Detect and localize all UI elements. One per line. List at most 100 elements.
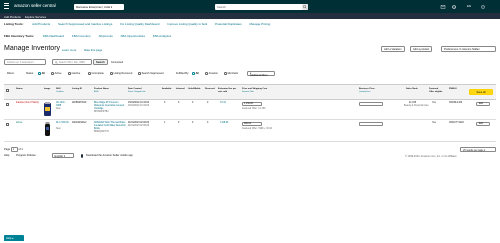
col-unfulfillable[interactable]: Unfulfillable <box>188 88 201 91</box>
status-active-radio[interactable]: Active <box>51 72 61 75</box>
store-selector[interactable]: Manveloe Enterprise | India ▾ <box>74 3 124 10</box>
fba-tool-link[interactable]: FBA Analytics <box>153 34 171 38</box>
search-button[interactable]: Search <box>93 59 108 65</box>
edit-button[interactable]: Edit <box>476 121 490 126</box>
estimated-fee[interactable]: ₹118.90 <box>220 122 228 125</box>
fba-tool-link[interactable]: FBA Opportunities <box>121 34 145 38</box>
inventory-search-input[interactable]: Search SKU, title, ISBN <box>52 59 92 65</box>
status-incomplete-radio[interactable]: Incomplete <box>88 72 104 75</box>
fulfilled-all-radio[interactable]: All <box>192 72 199 75</box>
fulfilled-merchant-radio[interactable]: Merchant <box>224 72 238 75</box>
row-checkbox[interactable] <box>6 123 9 126</box>
listing-tool-link[interactable]: Manage Pricing <box>249 22 270 26</box>
col-reserved[interactable]: Reserved <box>205 88 215 91</box>
fba-tool-link[interactable]: Shipments <box>99 34 113 38</box>
hamburger-menu-icon[interactable] <box>4 3 9 9</box>
fba-tool-link[interactable]: FBA Dashboard <box>43 34 64 38</box>
add-variation-button[interactable]: Add a Variation <box>381 46 405 52</box>
product-name-link[interactable]: AMMANA Wrist Thermal Brace Insulated Col… <box>94 122 126 131</box>
listing-tool-link[interactable]: Improve Listing Quality in bulk <box>167 22 207 26</box>
business-price-input[interactable] <box>359 121 383 126</box>
page-number-input[interactable]: 1 <box>10 147 18 152</box>
mobile-app-icon <box>81 153 83 158</box>
edit-button[interactable]: Edit <box>476 101 490 106</box>
fba-tools-bar: FBA Inventory Tools: FBA Dashboard FBA I… <box>4 34 172 38</box>
estimated-fee[interactable]: ₹0.31 <box>220 102 226 105</box>
col-sku[interactable]: SKU Condition <box>56 88 64 94</box>
top-bar: amazon seller central Manveloe Enterpris… <box>0 0 500 13</box>
inbound-qty: 0 <box>178 122 180 124</box>
footer-help-link[interactable]: Help <box>4 154 9 157</box>
seller-central-logo[interactable]: amazon seller central <box>14 3 56 8</box>
filters-label: Filters: <box>7 72 15 75</box>
status-removed-radio[interactable]: Listing Removed <box>110 72 132 75</box>
col-listing-id[interactable]: Listing ID <box>72 88 82 91</box>
results-per-page-select[interactable]: 25 results per page ▾ <box>460 147 496 152</box>
learn-more-link[interactable]: Learn more <box>62 48 76 52</box>
sku-link[interactable]: DLI-7-BGYE <box>56 122 70 125</box>
additional-filters-button[interactable]: Additional filters ▾ <box>247 70 275 77</box>
preferences-button[interactable]: Preferences: 0 columns hidden <box>441 46 496 52</box>
asin: B09ZQ9WTYK <box>94 131 110 133</box>
status-suppressed-radio[interactable]: Search Suppressed <box>138 72 164 75</box>
condition: New <box>56 108 61 110</box>
table-header: Status Image SKU Condition Listing ID Pro… <box>4 84 496 100</box>
status-inactive-radio[interactable]: Inactive <box>68 72 80 75</box>
col-inbound[interactable]: Inbound <box>176 88 185 91</box>
reserved-qty: 0 <box>207 122 209 124</box>
available-qty: 0 <box>164 102 166 104</box>
save-all-button[interactable]: Save all <box>469 89 493 95</box>
reserved-qty: 0 <box>207 102 209 104</box>
inbound-qty: 0 <box>178 102 180 104</box>
listing-id: 0401AWG8L2 <box>72 122 87 124</box>
select-all-checkbox[interactable] <box>6 89 9 92</box>
download-app-link[interactable]: Download the Amazon Seller mobile app <box>86 154 133 157</box>
bookmark-explore-services[interactable]: Explore Services <box>25 15 46 19</box>
search-icon[interactable] <box>302 3 308 10</box>
help-icon[interactable]: ? <box>480 4 486 10</box>
price-input[interactable]: 999.00 <box>242 121 262 126</box>
col-date-created[interactable]: Date Created Status Changed Date <box>128 88 145 94</box>
product-image[interactable] <box>43 121 52 137</box>
col-price[interactable]: Price and Shipping Cost Featured Offer <box>242 88 267 94</box>
help-tab[interactable]: Help ▴ <box>4 235 24 241</box>
pagination: Page 1 of 1 <box>4 147 23 152</box>
status-all-radio[interactable]: All <box>38 72 45 75</box>
col-status[interactable]: Status <box>16 88 23 91</box>
listing-tool-link[interactable]: Search Suppressed and Inactive Listings <box>58 22 112 26</box>
business-price-input[interactable] <box>359 101 383 106</box>
price-input[interactable]: 1,150.00 <box>242 101 262 106</box>
rate-page-link[interactable]: Rate this page <box>84 48 102 52</box>
language-selector[interactable]: EN <box>467 4 471 8</box>
col-sales-rank[interactable]: Sales Rank <box>406 88 418 91</box>
global-search-input[interactable]: Search <box>215 3 308 10</box>
col-estimated-fee[interactable]: Estimated fee per unit sold <box>218 88 238 94</box>
status-label: Status: <box>26 72 34 75</box>
col-available[interactable]: Available <box>162 88 172 91</box>
mail-icon[interactable] <box>440 4 446 10</box>
fnsku: X0036LFJ29 <box>449 102 463 104</box>
listing-tool-link[interactable]: Potential Duplicates <box>215 22 242 26</box>
product-image[interactable] <box>43 101 52 117</box>
add-product-button[interactable]: Add a product <box>410 46 433 52</box>
col-featured-eligible[interactable]: Featured Offer eligible <box>429 88 443 94</box>
bookmark-add-products[interactable]: Add Products <box>4 15 21 19</box>
footer-language-select[interactable]: English ▾ <box>52 153 74 158</box>
col-product-name[interactable]: Product Name ASIN <box>94 88 109 94</box>
row-checkbox[interactable] <box>6 103 9 106</box>
bulk-actions-dropdown[interactable]: Actions on 0 selected ▾ <box>4 59 46 65</box>
fba-tool-link[interactable]: FBA Inventory <box>72 34 91 38</box>
listing-tool-link[interactable]: Add Products <box>32 22 50 26</box>
listing-tool-link[interactable]: Fix Listing Quality Dashboard <box>120 22 159 26</box>
copyright: © 1999-2023, Amazon.com, Inc. or its aff… <box>405 155 457 158</box>
program-policies-link[interactable]: Program Policies <box>16 154 36 157</box>
filter-bar: Filters: Status: All Active Inactive Inc… <box>4 70 496 77</box>
connected-label: Connected <box>111 60 124 64</box>
gear-icon[interactable] <box>451 4 457 10</box>
product-name-link[interactable]: Blue Ridge 4P Premium Waterless Insectic… <box>94 102 126 111</box>
featured-offer: Featured Offer: ₹999 + ₹0.00 <box>242 128 273 130</box>
col-business-price[interactable]: Business Price Quantity Price <box>359 88 377 94</box>
fulfilled-amazon-radio[interactable]: Amazon <box>205 72 218 75</box>
col-fnsku[interactable]: FNSKU <box>449 88 457 91</box>
table-row: Active DLI-7-BGYE New 0401AWG8L2 AMMANA … <box>4 120 496 142</box>
